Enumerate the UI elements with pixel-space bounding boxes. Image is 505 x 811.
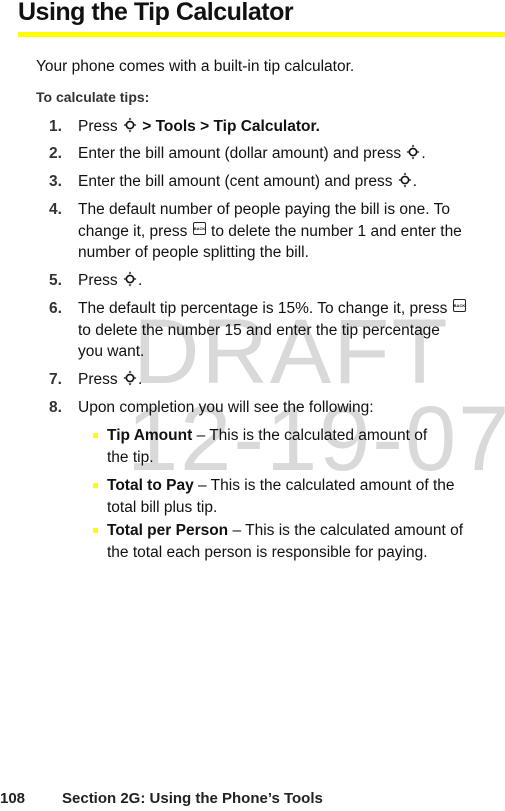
bullet-text-line: the tip. — [107, 447, 154, 469]
bullet-description: – This is the calculated amount of — [196, 427, 428, 444]
step-number: 6. — [49, 300, 62, 317]
step-text-line: to delete the number 15 and enter the ti… — [78, 320, 440, 342]
bullet-text-line: total bill plus tip. — [107, 497, 217, 519]
title-underline-rule — [18, 32, 505, 37]
bullet-text-line: Total to Pay – This is the calculated am… — [107, 475, 455, 497]
bullet-description: – This is the calculated amount of the — [198, 477, 455, 494]
bullet-term: Tip Amount — [107, 427, 193, 444]
step-text: number of people splitting the bill. — [78, 244, 309, 261]
page-number: 108 — [0, 790, 26, 807]
bullet-term: Total to Pay — [107, 477, 194, 494]
bullet-description: total bill plus tip. — [107, 498, 218, 516]
bullet-square-icon — [93, 433, 98, 438]
step-number: 1. — [49, 118, 62, 135]
procedure-subheading: To calculate tips: — [36, 89, 150, 105]
bullet-description: the total each person is responsible for… — [107, 543, 428, 561]
step-text-line: Press > Tools > Tip Calculator. — [78, 116, 320, 138]
step-text-line: Upon completion you will see the followi… — [78, 397, 374, 419]
step-number: 4. — [49, 201, 62, 218]
step-text-line: Press . — [78, 369, 142, 391]
step-text-line: The default number of people paying the … — [78, 199, 450, 221]
step-text: Upon completion you will see the followi… — [78, 399, 374, 416]
back-key-icon: BACK — [452, 299, 466, 312]
nav-key-icon — [398, 171, 412, 189]
step-text: Enter the bill amount (dollar amount) an… — [78, 145, 406, 162]
menu-path: > Tools > Tip Calculator. — [137, 118, 320, 135]
nav-key-icon — [123, 270, 137, 288]
step-text: . — [137, 371, 143, 388]
step-text: to delete the number 15 and enter the ti… — [78, 321, 440, 339]
step-text: Press — [78, 272, 122, 289]
nav-key-icon — [123, 369, 137, 387]
bullet-text-line: Tip Amount – This is the calculated amou… — [107, 425, 427, 447]
bullet-description: the tip. — [107, 448, 154, 466]
step-text: . — [137, 272, 143, 289]
step-text-line: The default tip percentage is 15%. To ch… — [78, 298, 467, 320]
step-text: you want. — [78, 343, 145, 360]
step-text-line: Enter the bill amount (cent amount) and … — [78, 171, 417, 193]
step-text: The default tip percentage is 15%. To ch… — [78, 300, 452, 317]
bullet-square-icon — [93, 483, 98, 488]
step-text-line: you want. — [78, 341, 144, 363]
step-text-line: Press . — [78, 270, 142, 292]
page-title: Using the Tip Calculator — [18, 0, 294, 26]
bullet-text-line: the total each person is responsible for… — [107, 542, 428, 564]
nav-key-icon — [406, 143, 420, 161]
step-text-line: number of people splitting the bill. — [78, 242, 309, 264]
bullet-description: – This is the calculated amount of — [232, 522, 464, 539]
step-number: 5. — [49, 272, 62, 289]
bullet-term: Total per Person — [107, 522, 229, 539]
step-number: 3. — [49, 173, 62, 190]
section-title: Section 2G: Using the Phone’s Tools — [62, 790, 323, 807]
step-text: . — [412, 173, 418, 190]
step-number: 7. — [49, 371, 62, 388]
bullet-square-icon — [93, 528, 98, 533]
step-text-line: change it, press BACK to delete the numb… — [78, 221, 462, 243]
step-number: 8. — [49, 399, 62, 416]
step-text: Press — [78, 371, 122, 388]
step-text-line: Enter the bill amount (dollar amount) an… — [78, 143, 426, 165]
step-text: The default number of people paying the … — [78, 201, 450, 218]
step-text: . — [421, 145, 426, 162]
step-number: 2. — [49, 145, 62, 162]
step-text: Enter the bill amount (cent amount) and … — [78, 173, 397, 190]
step-text: change it, press — [78, 222, 192, 240]
intro-paragraph: Your phone comes with a built-in tip cal… — [36, 58, 355, 75]
bullet-text-line: Total per Person – This is the calculate… — [107, 520, 463, 542]
nav-key-icon — [123, 116, 137, 134]
back-key-icon: BACK — [192, 221, 206, 235]
step-text: to delete the number 1 and enter the — [206, 222, 462, 240]
step-text: Press — [78, 118, 122, 135]
